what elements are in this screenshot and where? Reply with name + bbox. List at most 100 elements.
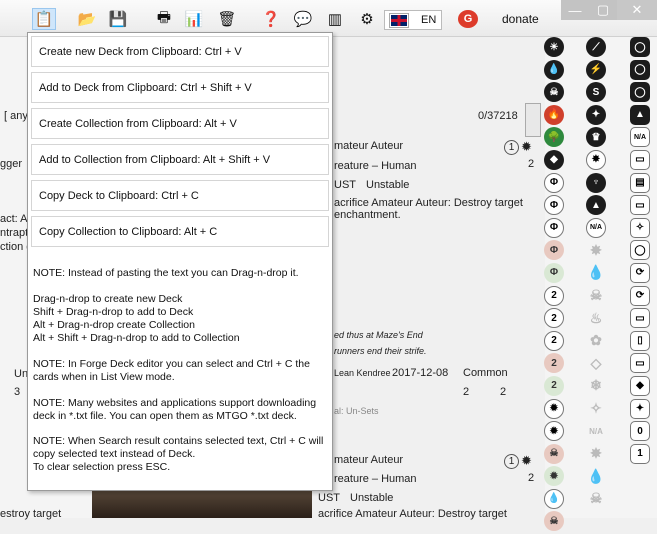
- hybrid-mana-icon[interactable]: ✹: [544, 398, 564, 419]
- type-icon[interactable]: ⟳: [630, 285, 650, 306]
- release-date: 2017-12-08: [392, 367, 449, 379]
- menu-copy-deck-to-clipboard[interactable]: Copy Deck to Clipboard: Ctrl + C: [31, 180, 329, 211]
- legality: al: Un-Sets: [334, 406, 379, 416]
- card-art-image: [92, 488, 312, 518]
- help-icon[interactable]: ❓: [262, 10, 281, 28]
- white-mana-icon[interactable]: ☀: [544, 37, 564, 57]
- hybrid-mana-icon[interactable]: ☠: [544, 511, 564, 532]
- faded-symbol-icon[interactable]: ✧: [586, 399, 606, 419]
- guild-icon[interactable]: ▲: [586, 195, 606, 216]
- type-icon[interactable]: ▯: [630, 330, 650, 351]
- faded-symbol-icon[interactable]: ✸: [586, 444, 606, 464]
- set-code: UST: [318, 492, 340, 504]
- faded-symbol-icon[interactable]: ✿: [586, 331, 606, 351]
- faded-symbol-icon[interactable]: ☠: [586, 489, 606, 509]
- type-icon[interactable]: ▲: [630, 104, 650, 125]
- hybrid-mana-icon[interactable]: 2: [544, 330, 564, 351]
- type-icon[interactable]: ▭: [630, 308, 650, 329]
- faded-symbol-icon[interactable]: ✸: [586, 240, 606, 260]
- colorless-mana-icon[interactable]: ◆: [544, 149, 564, 170]
- hybrid-mana-icon[interactable]: ✹: [544, 421, 564, 442]
- type-icon[interactable]: ▭: [630, 149, 650, 170]
- note-drag-drop: NOTE: Instead of pasting the text you ca…: [33, 267, 299, 279]
- open-folder-icon[interactable]: 📂: [78, 10, 97, 28]
- card-type: reature – Human: [334, 160, 417, 172]
- na-icon[interactable]: N/A: [586, 217, 606, 238]
- na-icon[interactable]: N/A: [630, 127, 650, 148]
- guild-icon[interactable]: ⚡: [586, 59, 606, 80]
- print-icon[interactable]: 🖶: [155, 9, 173, 28]
- type-icon[interactable]: ▭: [630, 353, 650, 374]
- hybrid-mana-icon[interactable]: 2: [544, 375, 564, 396]
- hybrid-mana-icon[interactable]: 2: [544, 308, 564, 329]
- faded-symbol-icon[interactable]: ◇: [586, 353, 606, 373]
- hybrid-mana-icon[interactable]: 2: [544, 353, 564, 374]
- green-mana-icon[interactable]: 🌳: [544, 127, 564, 148]
- hybrid-mana-icon[interactable]: 2: [544, 285, 564, 306]
- red-mana-icon[interactable]: 🔥: [544, 104, 564, 125]
- hybrid-mana-icon[interactable]: ✹: [544, 466, 564, 487]
- save-icon[interactable]: 💾: [109, 10, 128, 28]
- type-icon[interactable]: ◯: [630, 240, 650, 261]
- gear-icon[interactable]: ⚙: [358, 10, 376, 28]
- comment-icon[interactable]: 💬: [294, 10, 313, 28]
- type-icon[interactable]: 1: [630, 443, 650, 464]
- phyrexian-mana-icon[interactable]: Φ: [544, 217, 564, 238]
- maximize-button[interactable]: ▢: [589, 0, 617, 20]
- hybrid-mana-icon[interactable]: 💧: [544, 488, 564, 509]
- donate-link[interactable]: donate: [502, 12, 539, 26]
- type-icon[interactable]: ▤: [630, 172, 650, 193]
- phyrexian-mana-icon[interactable]: Φ: [544, 172, 564, 193]
- phyrexian-mana-icon[interactable]: Φ: [544, 240, 564, 261]
- faded-symbol-icon[interactable]: ♨: [586, 308, 606, 328]
- left-fragment: 3: [14, 386, 21, 398]
- close-button[interactable]: ✕: [617, 0, 657, 20]
- card-text: acrifice Amateur Auteur: Destroy target …: [334, 197, 523, 221]
- menu-create-collection-from-clipboard[interactable]: Create Collection from Clipboard: Alt + …: [31, 108, 329, 139]
- layout-icon[interactable]: ▥: [326, 10, 344, 28]
- clipboard-menu: Create new Deck from Clipboard: Ctrl + V…: [27, 32, 333, 491]
- menu-create-deck-from-clipboard[interactable]: Create new Deck from Clipboard: Ctrl + V: [31, 36, 329, 67]
- chart-icon[interactable]: 📊: [185, 10, 204, 28]
- phyrexian-mana-icon[interactable]: Φ: [544, 262, 564, 283]
- guild-icon[interactable]: ♆: [586, 172, 606, 193]
- type-icon[interactable]: ◯: [630, 82, 650, 103]
- type-icon[interactable]: ▭: [630, 195, 650, 216]
- type-icon[interactable]: ✧: [630, 217, 650, 238]
- hybrid-mana-icon[interactable]: ☠: [544, 443, 564, 464]
- paste-icon[interactable]: 📋: [32, 8, 56, 30]
- menu-add-to-deck-from-clipboard[interactable]: Add to Deck from Clipboard: Ctrl + Shift…: [31, 72, 329, 103]
- faded-symbol-icon[interactable]: ❄: [586, 376, 606, 396]
- black-mana-icon[interactable]: ☠: [544, 82, 564, 103]
- guild-icon[interactable]: ✸: [586, 149, 606, 170]
- type-icon[interactable]: ⟳: [630, 262, 650, 283]
- minimize-button[interactable]: —: [561, 0, 589, 20]
- guild-icon[interactable]: S: [586, 82, 606, 103]
- number-a: 2: [463, 386, 470, 398]
- card-count: 2: [528, 472, 535, 484]
- phyrexian-mana-icon[interactable]: Φ: [544, 195, 564, 216]
- faded-symbol-icon[interactable]: 💧: [586, 466, 606, 486]
- faded-symbol-icon[interactable]: ☠: [586, 286, 606, 306]
- trash-icon[interactable]: 🗑: [217, 10, 236, 28]
- type-icon[interactable]: 0: [630, 421, 650, 442]
- na-icon[interactable]: N/A: [586, 421, 606, 441]
- guild-icon[interactable]: ⟋: [586, 37, 606, 57]
- type-icon[interactable]: ◯: [630, 59, 650, 80]
- menu-copy-collection-to-clipboard[interactable]: Copy Collection to Clipboard: Alt + C: [31, 216, 329, 247]
- guild-icon[interactable]: ♛: [586, 127, 606, 148]
- menu-add-to-collection-from-clipboard[interactable]: Add to Collection from Clipboard: Alt + …: [31, 144, 329, 175]
- set-code: UST: [334, 179, 356, 191]
- faded-symbol-icon[interactable]: 💧: [586, 263, 606, 283]
- google-plus-icon[interactable]: G: [458, 10, 478, 28]
- mana-cost: 1: [504, 454, 519, 469]
- scroll-button[interactable]: [525, 103, 541, 137]
- guild-icon[interactable]: ✦: [586, 104, 606, 125]
- type-icon[interactable]: ◯: [630, 37, 650, 57]
- type-icon[interactable]: ◆: [630, 375, 650, 396]
- blue-mana-icon[interactable]: 💧: [544, 59, 564, 80]
- left-fragment: Un: [14, 368, 29, 380]
- type-icon[interactable]: ✦: [630, 398, 650, 419]
- number-b: 2: [500, 386, 507, 398]
- language-selector[interactable]: EN: [384, 10, 442, 30]
